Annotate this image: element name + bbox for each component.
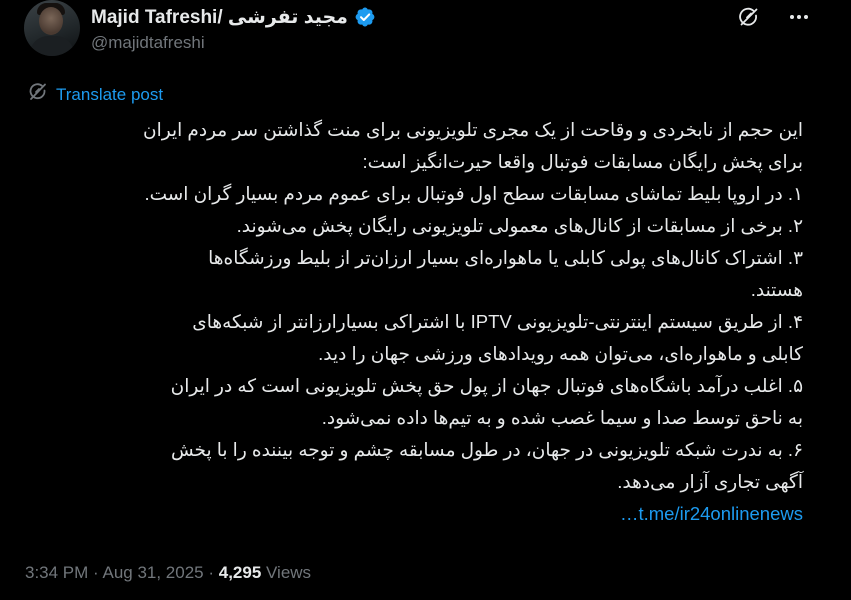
translate-icon [28, 82, 48, 107]
meta-separator: · [203, 563, 219, 582]
views-label: Views [261, 563, 312, 582]
verified-badge-icon [354, 6, 376, 28]
author-display-name[interactable]: Majid Tafreshi/ مجید تفرشی [91, 6, 348, 29]
tweet-line: برای پخش رایگان مسابقات فوتبال واقعا حیر… [362, 151, 803, 172]
avatar-face [39, 7, 63, 35]
views-count: 4,295 [218, 563, 262, 582]
post-meta: 3:34 PM · Aug 31, 2025 · 4,295 Views [25, 563, 311, 583]
tweet-text: این حجم از نابخردی و وقاحت از یک مجری تل… [13, 114, 803, 530]
more-icon[interactable] [787, 5, 811, 29]
author-name-row[interactable]: Majid Tafreshi/ مجید تفرشی [91, 5, 376, 29]
tweet-line: ۶. به ندرت شبکه تلویزیونی در جهان، در طو… [170, 439, 803, 460]
avatar[interactable] [24, 0, 80, 56]
tweet-link[interactable]: t.me/ir24onlinenews… [620, 503, 803, 524]
tweet-line: این حجم از نابخردی و وقاحت از یک مجری تل… [143, 119, 803, 140]
meta-separator: · [88, 563, 103, 582]
tweet-line: آگهی تجاری آزار می‌دهد. [617, 471, 803, 492]
tweet-line: به ناحق توسط صدا و سیما غصب شده و به تیم… [321, 407, 803, 428]
translate-post-link[interactable]: Translate post [28, 82, 163, 107]
tweet-line: ۴. از طریق سیستم اینترنتی-تلویزیونی IPTV… [192, 311, 803, 332]
translate-label: Translate post [56, 84, 164, 104]
post-actions [737, 5, 811, 29]
grok-icon[interactable] [737, 5, 761, 29]
tweet-line: ۵. اغلب درآمد باشگاه‌های فوتبال جهان از … [170, 375, 803, 396]
tweet-line: ۲. برخی از مسابقات از کانال‌های معمولی ت… [236, 215, 803, 236]
tweet-line: هستند. [750, 279, 803, 300]
tweet-line: ۱. در اروپا بلیط تماشای مسابقات سطح اول … [144, 183, 804, 204]
tweet-line: ۳. اشتراک کانال‌های پولی کابلی یا ماهوار… [208, 247, 803, 268]
post-date[interactable]: Aug 31, 2025 [102, 563, 203, 582]
author-handle[interactable]: @majidtafreshi [91, 33, 205, 53]
avatar-shoulders [30, 36, 74, 56]
tweet-line: کابلی و ماهواره‌ای، می‌توان همه رویدادها… [318, 343, 803, 364]
post-time[interactable]: 3:34 PM [25, 563, 88, 582]
